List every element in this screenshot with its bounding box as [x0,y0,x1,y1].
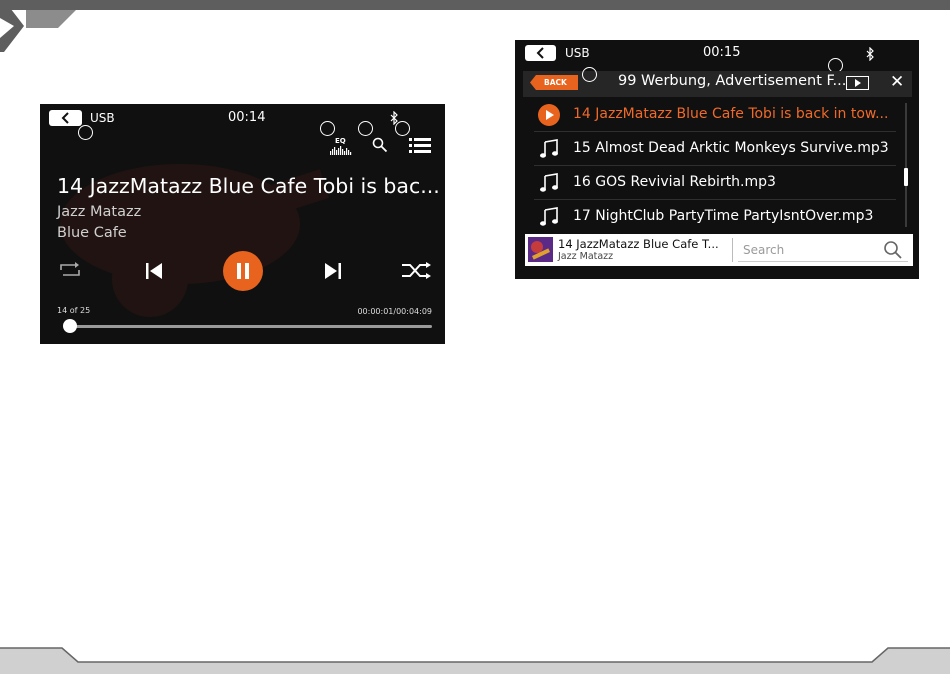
music-note-icon [540,207,558,226]
elapsed-time: 00:00:01/00:04:09 [357,307,432,316]
album-art-thumbnail [528,237,553,262]
play-icon [854,79,861,87]
pause-icon [237,263,249,279]
list-icon[interactable] [409,138,431,154]
eq-button-label: EQ [335,137,346,145]
top-band [0,0,950,10]
playing-indicator-icon [538,104,560,126]
back-tag-label: BACK [544,78,567,87]
progress-track[interactable] [66,325,432,328]
scrollbar-thumb[interactable] [904,168,908,186]
now-playing-screen: USB 00:14 EQ 14 JazzMatazz Blue Cafe Tob… [40,104,445,344]
callout-marker [582,67,597,82]
callout-marker [320,121,335,136]
album-art-image [528,237,553,262]
corner-chevron-decoration [0,0,76,52]
clock: 00:14 [228,110,266,125]
previous-track-icon[interactable] [145,262,163,280]
back-button[interactable] [525,45,556,61]
music-note-icon [540,139,558,158]
now-playing-artist: Jazz Matazz [558,251,614,262]
search-input[interactable] [741,239,885,261]
chevron-left-icon [536,47,544,59]
artist-name: Jazz Matazz [57,204,142,220]
back-button[interactable] [49,110,82,126]
now-playing-bar[interactable]: 14 JazzMatazz Blue Cafe T... Jazz Matazz [525,234,913,266]
bluetooth-icon [390,111,398,125]
music-note-icon [540,173,558,192]
callout-marker [78,125,93,140]
source-label: USB [90,111,115,125]
clock: 00:15 [703,45,741,60]
folder-title: 99 Werbung, Advertisement F... [618,73,847,89]
close-icon[interactable]: ✕ [890,72,904,92]
source-label: USB [565,46,590,60]
track-list-item[interactable]: 15 Almost Dead Arktic Monkeys Survive.mp… [534,133,896,166]
album-name: Blue Cafe [57,225,127,241]
now-playing-title: 14 JazzMatazz Blue Cafe T... [558,237,719,251]
track-list-screen: USB 00:15 BACK 99 Werbung, Advertisement… [515,40,919,279]
search-icon[interactable] [883,240,903,260]
next-track-icon[interactable] [324,262,342,280]
bottom-frame-decoration [0,647,950,674]
now-playing-button[interactable] [846,76,869,90]
scrollbar-track[interactable] [905,103,907,227]
divider [732,238,733,262]
search-icon[interactable] [372,137,388,153]
track-list-item[interactable]: 16 GOS Revivial Rebirth.mp3 [534,167,896,200]
progress-knob[interactable] [62,319,77,333]
shuffle-icon[interactable] [401,262,431,279]
callout-marker [358,121,373,136]
track-list-item[interactable]: 14 JazzMatazz Blue Cafe Tobi is back in … [534,99,896,132]
equalizer-icon[interactable] [330,146,352,155]
bluetooth-icon [866,47,874,61]
pause-button[interactable] [223,251,263,291]
track-label: 14 JazzMatazz Blue Cafe Tobi is back in … [573,106,889,122]
track-list-item[interactable]: 17 NightClub PartyTime PartyIsntOver.mp3 [534,201,896,234]
track-label: 16 GOS Revivial Rebirth.mp3 [573,174,776,190]
track-label: 17 NightClub PartyTime PartyIsntOver.mp3 [573,208,874,224]
track-count: 14 of 25 [57,306,91,315]
repeat-icon[interactable] [58,262,82,278]
track-label: 15 Almost Dead Arktic Monkeys Survive.mp… [573,140,889,156]
track-title: 14 JazzMatazz Blue Cafe Tobi is bac... [57,174,440,198]
chevron-left-icon [61,112,69,124]
search-underline [738,261,908,262]
